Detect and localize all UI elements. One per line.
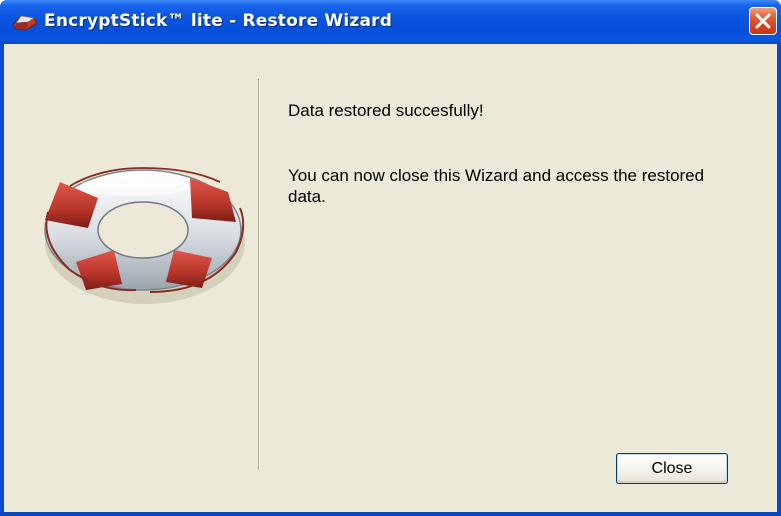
encryptstick-app-icon	[12, 13, 38, 33]
wizard-body: Data restored succesfully! You can now c…	[4, 44, 777, 512]
close-icon	[755, 13, 771, 29]
window-title: EncryptStick™ lite - Restore Wizard	[44, 11, 393, 31]
window-close-button[interactable]	[749, 7, 777, 35]
restore-wizard-window: EncryptStick™ lite - Restore Wizard Data…	[0, 0, 781, 516]
vertical-divider	[258, 79, 260, 469]
window-bottom-border	[0, 512, 781, 516]
lifebuoy-icon	[44, 167, 245, 304]
title-bar[interactable]: EncryptStick™ lite - Restore Wizard	[0, 0, 781, 44]
success-message: Data restored succesfully!	[288, 101, 484, 120]
close-button[interactable]: Close	[616, 453, 728, 484]
instruction-message: You can now close this Wizard and access…	[288, 166, 705, 206]
